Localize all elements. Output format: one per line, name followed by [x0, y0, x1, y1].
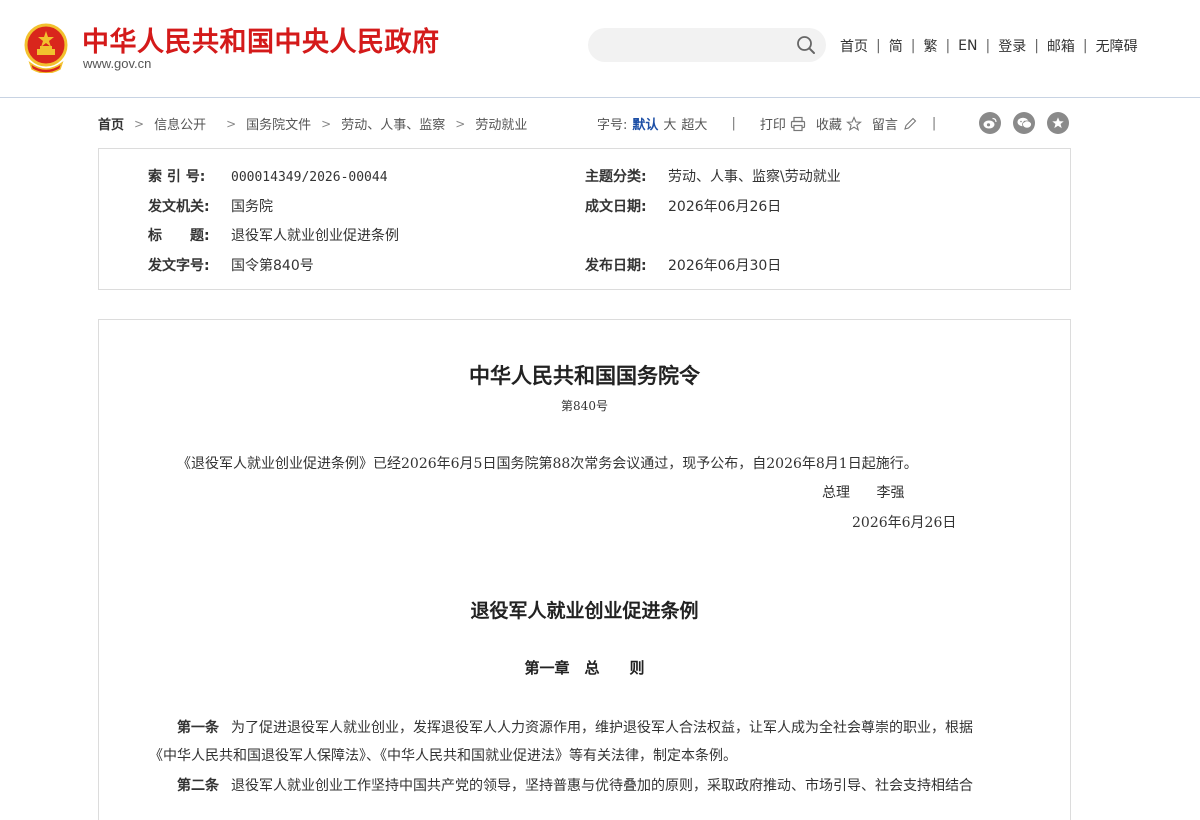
nav-divider: |	[1034, 38, 1039, 54]
document-info-box: 索 引 号: 000014349/2026-00044 主题分类: 劳动、人事、监察…	[98, 148, 1071, 290]
info-label: 标 题:	[148, 228, 210, 244]
signer: 总理 李强	[822, 482, 904, 502]
chevron-right-icon: >	[134, 116, 145, 131]
search-box	[588, 28, 826, 62]
decree-title: 中华人民共和国国务院令	[469, 363, 700, 388]
info-row-index: 索 引 号: 000014349/2026-00044	[148, 166, 388, 186]
weibo-icon[interactable]	[979, 112, 1001, 134]
article-2-line-1: 第二条 退役军人就业创业工作坚持中国共产党的领导，坚持普惠与优待叠加的原则，采取政…	[177, 775, 973, 795]
signer-name: 李强	[876, 485, 905, 501]
info-label: 主题分类:	[585, 169, 647, 185]
font-size-xlarge[interactable]: 超大	[681, 114, 707, 133]
info-row-written-date: 成文日期: 2026年06月26日	[585, 196, 781, 216]
nav-traditional[interactable]: 繁	[923, 36, 937, 56]
breadcrumb: 首页 > 信息公开 > 国务院文件 > 劳动、人事、监察 > 劳动就业	[98, 114, 527, 134]
article-body: 中华人民共和国国务院令 第840号 《退役军人就业创业促进条例》已经2026年6…	[98, 319, 1071, 820]
font-size-default[interactable]: 默认	[632, 114, 658, 133]
wechat-icon[interactable]	[1013, 112, 1035, 134]
font-size-label: 字号:	[597, 118, 628, 133]
decree-intro: 《退役军人就业创业促进条例》已经2026年6月5日国务院第88次常务会议通过，现…	[177, 456, 918, 472]
nav-login[interactable]: 登录	[998, 36, 1026, 56]
tools-divider: |	[931, 116, 937, 131]
search-icon[interactable]	[796, 35, 816, 55]
info-row-published-date: 发布日期: 2026年06月30日	[585, 255, 781, 275]
info-label: 成文日期:	[585, 199, 647, 215]
site-domain: www.gov.cn	[83, 56, 152, 71]
info-row-issuer: 发文机关: 国务院	[148, 196, 273, 216]
chevron-right-icon: >	[455, 116, 466, 131]
nav-divider: |	[945, 38, 951, 54]
info-label: 发文机关:	[148, 199, 210, 215]
nav-mail[interactable]: 邮箱	[1047, 36, 1075, 56]
top-nav: 首页 | 简 | 繁 | EN | 登录 | 邮箱 | 无障碍	[840, 36, 1138, 56]
favorite-star-icon[interactable]	[1047, 112, 1069, 134]
info-value: 国令第840号	[231, 258, 314, 274]
breadcrumb-bar: 首页 > 信息公开 > 国务院文件 > 劳动、人事、监察 > 劳动就业 字号: …	[0, 112, 1200, 134]
site-title[interactable]: 中华人民共和国中央人民政府	[82, 20, 440, 59]
article-label: 第一条	[177, 720, 219, 736]
info-value: 劳动、人事、监察\劳动就业	[668, 169, 841, 185]
star-icon[interactable]	[845, 115, 862, 132]
article-1-line-2: 《中华人民共和国退役军人保障法》、《中华人民共和国就业促进法》等有关法律，制定本…	[149, 748, 737, 764]
article-tools: 字号: 默认 大 超大 | 打印 收藏 留言 |	[597, 114, 950, 133]
breadcrumb-item[interactable]: 劳动、人事、监察	[341, 114, 445, 133]
tools-divider: |	[731, 116, 736, 131]
article-label: 第二条	[177, 778, 219, 794]
nav-divider: |	[910, 38, 916, 54]
nav-home[interactable]: 首页	[840, 36, 868, 56]
printer-icon[interactable]	[790, 116, 806, 132]
info-row-topic: 主题分类: 劳动、人事、监察\劳动就业	[585, 166, 841, 186]
breadcrumb-item[interactable]: 信息公开	[154, 114, 206, 133]
breadcrumb-item[interactable]: 国务院文件	[246, 114, 311, 133]
search-input[interactable]	[588, 28, 794, 62]
nav-accessibility[interactable]: 无障碍	[1096, 36, 1138, 56]
nav-divider: |	[985, 38, 991, 54]
info-value: 000014349/2026-00044	[231, 170, 388, 185]
decree-number: 第840号	[561, 399, 608, 413]
info-row-title: 标 题: 退役军人就业创业促进条例	[148, 225, 399, 245]
site-header: 中华人民共和国中央人民政府 www.gov.cn 首页 | 简 | 繁 | EN…	[0, 0, 1200, 98]
regulation-title: 退役军人就业创业促进条例	[470, 600, 699, 622]
info-value: 2026年06月30日	[668, 258, 782, 274]
article-text: 为了促进退役军人就业创业，发挥退役军人人力资源作用，维护退役军人合法权益，让军人…	[231, 720, 973, 736]
info-value: 2026年06月26日	[668, 199, 782, 215]
info-label: 发文字号:	[148, 258, 210, 274]
signer-title: 总理	[822, 485, 850, 501]
info-value: 国务院	[231, 199, 273, 215]
info-row-doc-number: 发文字号: 国令第840号	[148, 255, 314, 275]
pencil-icon[interactable]	[902, 116, 918, 132]
breadcrumb-item[interactable]: 劳动就业	[475, 114, 527, 133]
national-emblem-icon[interactable]	[22, 23, 70, 73]
font-size-large[interactable]: 大	[663, 114, 676, 133]
article-text: 退役军人就业创业工作坚持中国共产党的领导，坚持普惠与优待叠加的原则，采取政府推动…	[231, 778, 973, 794]
comment-button[interactable]: 留言	[872, 114, 898, 133]
info-label: 索 引 号:	[148, 169, 206, 185]
nav-divider: |	[876, 38, 881, 54]
chapter-title: 第一章 总 则	[524, 659, 645, 677]
nav-english[interactable]: EN	[958, 38, 977, 54]
article-1-line-1: 第一条 为了促进退役军人就业创业，发挥退役军人人力资源作用，维护退役军人合法权益，…	[177, 717, 973, 737]
nav-simplified[interactable]: 简	[889, 36, 903, 56]
sign-date: 2026年6月26日	[852, 515, 957, 531]
breadcrumb-home[interactable]: 首页	[98, 114, 124, 133]
print-button[interactable]: 打印	[760, 114, 786, 133]
share-buttons	[979, 112, 1069, 134]
info-value: 退役军人就业创业促进条例	[231, 228, 399, 244]
favorite-button[interactable]: 收藏	[816, 114, 842, 133]
chevron-right-icon: >	[321, 116, 332, 131]
nav-divider: |	[1082, 38, 1088, 54]
chevron-right-icon: >	[226, 116, 237, 131]
info-label: 发布日期:	[585, 258, 647, 274]
